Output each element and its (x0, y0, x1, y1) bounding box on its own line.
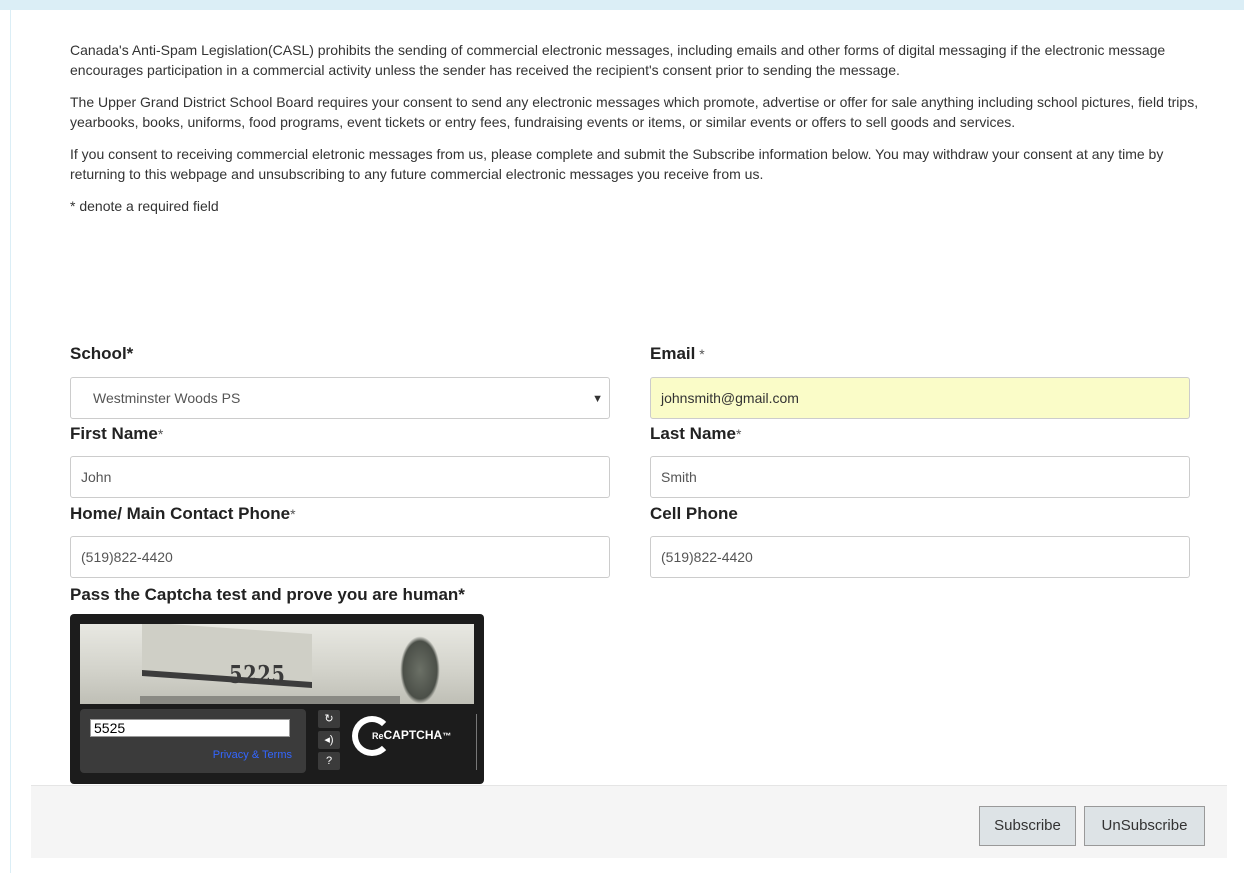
first-name-required-star: * (157, 426, 164, 442)
recaptcha-logo-tm: ™ (442, 731, 452, 741)
captcha-controls: ↻ ◂) ? (316, 710, 342, 774)
top-border-bar (0, 0, 1244, 10)
casl-paragraph: Canada's Anti-Spam Legislation(CASL) pro… (70, 42, 1166, 78)
school-label: School* (70, 344, 133, 364)
email-label: Email * (650, 344, 705, 364)
last-name-required-star: * (735, 426, 742, 442)
audio-icon[interactable]: ◂) (318, 731, 340, 749)
captcha-image-lamp (400, 636, 440, 704)
school-select[interactable]: Westminster Woods PS ▼ (70, 377, 610, 419)
captcha-image-word: 5225 (229, 660, 286, 689)
captcha-response-input[interactable]: 5525 (90, 719, 290, 737)
chevron-down-icon: ▼ (592, 393, 603, 405)
last-name-field[interactable]: Smith (650, 456, 1190, 498)
home-phone-field[interactable]: (519)822-4420 (70, 536, 610, 578)
captcha-label: Pass the Captcha test and prove you are … (70, 585, 465, 604)
last-name-value: Smith (661, 469, 697, 485)
recaptcha-logo-word: CAPTCHA (383, 728, 443, 742)
intro-section: Canada's Anti-Spam Legislation(CASL) pro… (70, 40, 1200, 216)
recaptcha-logo-text: ReCAPTCHA™ (370, 728, 454, 742)
cell-phone-label-text: Cell Phone (650, 504, 738, 523)
home-phone-label: Home/ Main Contact Phone* (70, 504, 296, 524)
recaptcha-widget: 5225 5525 Privacy & Terms ↻ ◂) ? ReCAPTC… (70, 614, 484, 784)
subscribe-button[interactable]: Subscribe (979, 806, 1076, 846)
last-name-label-text: Last Name (650, 424, 736, 443)
subscribe-paragraph: If you consent to receiving commercial e… (70, 146, 1164, 182)
first-name-field[interactable]: John (70, 456, 610, 498)
captcha-challenge-image: 5225 (80, 624, 474, 704)
recaptcha-logo-re: Re (372, 731, 384, 741)
school-selected-value: Westminster Woods PS (93, 390, 241, 406)
cell-phone-label: Cell Phone (650, 504, 738, 524)
consent-paragraph: The Upper Grand District School Board re… (70, 94, 1199, 130)
privacy-terms-link[interactable]: Privacy & Terms (213, 749, 292, 761)
email-label-text: Email (650, 344, 696, 363)
left-border-line (10, 10, 11, 873)
help-icon[interactable]: ? (318, 752, 340, 770)
refresh-icon[interactable]: ↻ (318, 710, 340, 728)
email-field[interactable]: johnsmith@gmail.com (650, 377, 1190, 419)
email-value: johnsmith@gmail.com (661, 390, 799, 406)
captcha-response-panel: 5525 Privacy & Terms (80, 709, 306, 773)
form-footer: Subscribe UnSubscribe (31, 785, 1227, 858)
required-field-note: * denote a required field (70, 198, 219, 214)
recaptcha-logo-icon: ReCAPTCHA™ (352, 712, 470, 772)
unsubscribe-button[interactable]: UnSubscribe (1084, 806, 1205, 846)
captcha-response-value: 5525 (94, 720, 126, 736)
home-phone-value: (519)822-4420 (81, 549, 173, 565)
email-required-star: * (695, 346, 705, 362)
last-name-label: Last Name* (650, 424, 741, 444)
home-phone-required-star: * (290, 506, 296, 522)
captcha-image-ledge (140, 696, 400, 704)
school-required-star: * (126, 344, 134, 363)
cell-phone-field[interactable]: (519)822-4420 (650, 536, 1190, 578)
school-label-text: School (70, 344, 127, 363)
captcha-divider (476, 714, 477, 770)
first-name-label-text: First Name (70, 424, 158, 443)
first-name-label: First Name* (70, 424, 163, 444)
cell-phone-value: (519)822-4420 (661, 549, 753, 565)
captcha-image-sign (142, 624, 312, 688)
first-name-value: John (81, 469, 112, 485)
home-phone-label-text: Home/ Main Contact Phone (70, 504, 291, 523)
